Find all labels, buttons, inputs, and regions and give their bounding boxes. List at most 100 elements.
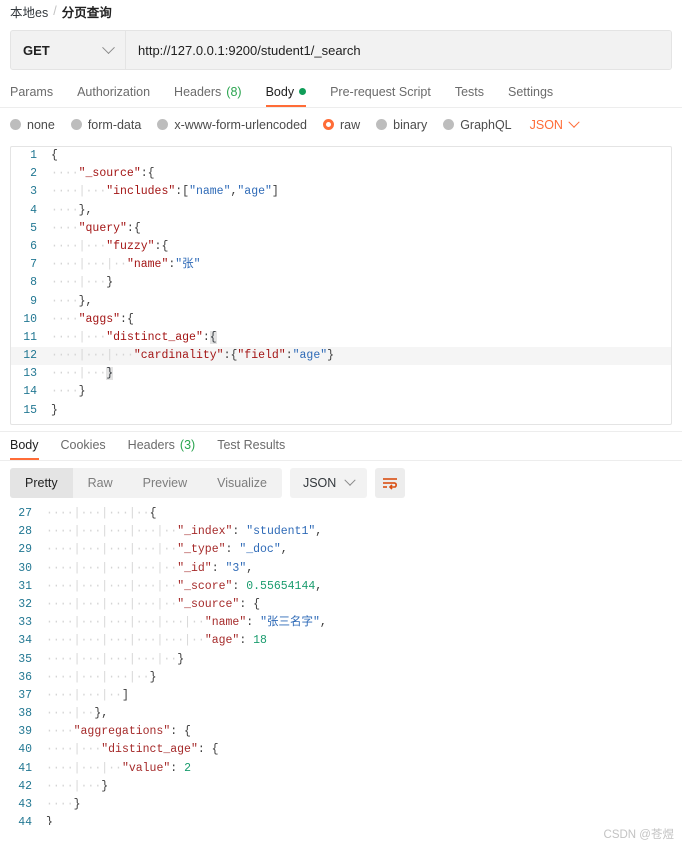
code-token: ··: [108, 761, 122, 775]
code-token: ···: [135, 525, 157, 539]
line-number: 27: [18, 507, 32, 520]
breadcrumb-separator: /: [53, 4, 57, 18]
code-line: 11 ····|···"distinct_age":{: [11, 329, 671, 347]
code-token: "张": [175, 258, 201, 272]
code-token: ····: [51, 294, 79, 308]
response-format-selector[interactable]: JSON: [289, 468, 368, 498]
response-tab-test-results[interactable]: Test Results: [217, 429, 285, 460]
tab-label: Params: [10, 84, 54, 99]
code-token: ····: [46, 597, 74, 611]
code-line-text: ····"query":{: [45, 220, 671, 238]
body-type-graphql[interactable]: GraphQL: [443, 118, 512, 132]
code-token: |: [78, 258, 86, 272]
response-tab-cookies[interactable]: Cookies: [61, 429, 106, 460]
code-line: 15}: [11, 402, 671, 420]
view-mode-raw[interactable]: Raw: [73, 468, 128, 498]
url-input[interactable]: [126, 31, 671, 69]
code-line: 1{: [11, 147, 671, 165]
code-token: ···: [80, 561, 102, 575]
response-tab-headers[interactable]: Headers (3): [128, 429, 196, 460]
code-token: ····: [46, 507, 74, 520]
code-token: ··: [135, 670, 150, 684]
code-token: : {: [197, 743, 219, 757]
raw-format-selector[interactable]: JSON: [530, 116, 580, 132]
code-token: |: [73, 652, 81, 666]
code-token: |: [128, 543, 136, 557]
request-body-editor[interactable]: 1{2 ····"_source":{3 ····|···"includes":["…: [10, 146, 672, 425]
tab-body[interactable]: Body: [265, 76, 307, 107]
body-type-label: raw: [340, 117, 361, 132]
code-token: }: [78, 203, 86, 217]
tab-tests[interactable]: Tests: [455, 76, 484, 107]
body-type-none[interactable]: none: [10, 118, 55, 132]
tab-headers[interactable]: Headers (8): [174, 76, 242, 107]
view-mode-preview[interactable]: Preview: [128, 468, 202, 498]
line-number: 3: [30, 185, 37, 199]
line-number: 33: [18, 616, 32, 630]
tab-label: Test Results: [217, 437, 286, 452]
code-token: :: [120, 312, 127, 326]
tab-count-badge: (8): [226, 84, 242, 99]
view-mode-pretty[interactable]: Pretty: [10, 468, 73, 498]
code-token: "age": [292, 349, 328, 363]
breadcrumb-parent[interactable]: 本地es: [10, 2, 48, 21]
code-line: 9 ····},: [11, 293, 671, 311]
body-type-x-www-form-urlencoded[interactable]: x-www-form-urlencoded: [157, 118, 307, 132]
code-line-text: ····|···|···|···|··}: [40, 651, 682, 669]
line-number: 10: [23, 312, 37, 326]
code-line: 2 ····"_source":{: [11, 165, 671, 183]
code-line-text: ····|···|···|···|··"_score": 0.55654144,: [40, 578, 682, 596]
body-type-binary[interactable]: binary: [376, 118, 427, 132]
radio-icon: [443, 119, 455, 130]
http-method-label: GET: [23, 42, 50, 58]
code-token: {: [209, 330, 217, 344]
response-body-editor[interactable]: 27 ····|···|···|··{28 ····|···|···|···|··"…: [0, 505, 682, 825]
code-token: :: [202, 330, 210, 344]
code-line-text: ····|···"fuzzy":{: [45, 238, 671, 256]
view-mode-visualize[interactable]: Visualize: [202, 468, 282, 498]
http-method-selector[interactable]: GET: [11, 31, 126, 69]
code-token: "name": [189, 185, 231, 199]
response-tab-body[interactable]: Body: [10, 429, 39, 460]
code-token: ···: [80, 597, 102, 611]
code-token: ···: [135, 634, 157, 648]
tab-label: Pre-request Script: [330, 84, 431, 99]
tab-authorization[interactable]: Authorization: [77, 76, 150, 107]
code-token: ····: [51, 330, 79, 344]
code-token: ··: [163, 652, 178, 666]
body-type-form-data[interactable]: form-data: [70, 118, 141, 132]
code-token: ,: [315, 525, 323, 539]
code-line-text: ····|···|··"name":"张": [45, 256, 671, 274]
code-token: {: [161, 239, 169, 253]
tab-settings[interactable]: Settings: [508, 76, 553, 107]
code-token: ···: [80, 543, 102, 557]
body-type-label: binary: [393, 117, 428, 132]
line-number: 8: [30, 276, 37, 290]
line-number: 2: [30, 167, 37, 181]
code-token: ···: [135, 579, 157, 593]
code-line-text: ····|···|···|···|···|··"name": "张三名字",: [40, 614, 682, 632]
code-token: ····: [46, 761, 74, 775]
code-token: }: [73, 798, 81, 811]
code-line: 3 ····|···"includes":["name","age"]: [11, 183, 671, 201]
code-line: 44}: [0, 814, 682, 825]
code-token: }: [78, 294, 86, 308]
body-type-raw[interactable]: raw: [323, 118, 360, 132]
code-line: 8 ····|···}: [11, 274, 671, 292]
line-number: 5: [30, 221, 37, 235]
code-line-text: ····|···}: [45, 274, 671, 292]
radio-icon: [323, 119, 334, 130]
code-token: "distinct_age": [101, 743, 198, 757]
code-token: :: [239, 634, 254, 648]
tab-params[interactable]: Params: [10, 76, 53, 107]
tab-pre-request-script[interactable]: Pre-request Script: [330, 76, 431, 107]
code-token: |: [128, 561, 136, 575]
line-number: 32: [18, 597, 32, 611]
code-token: ···: [85, 330, 107, 344]
code-token: ···: [85, 276, 107, 290]
line-number: 29: [18, 543, 32, 557]
chevron-down-icon: [568, 116, 580, 128]
line-number: 43: [18, 798, 32, 811]
tab-label: Headers: [174, 84, 222, 99]
wrap-lines-button[interactable]: [375, 468, 406, 498]
